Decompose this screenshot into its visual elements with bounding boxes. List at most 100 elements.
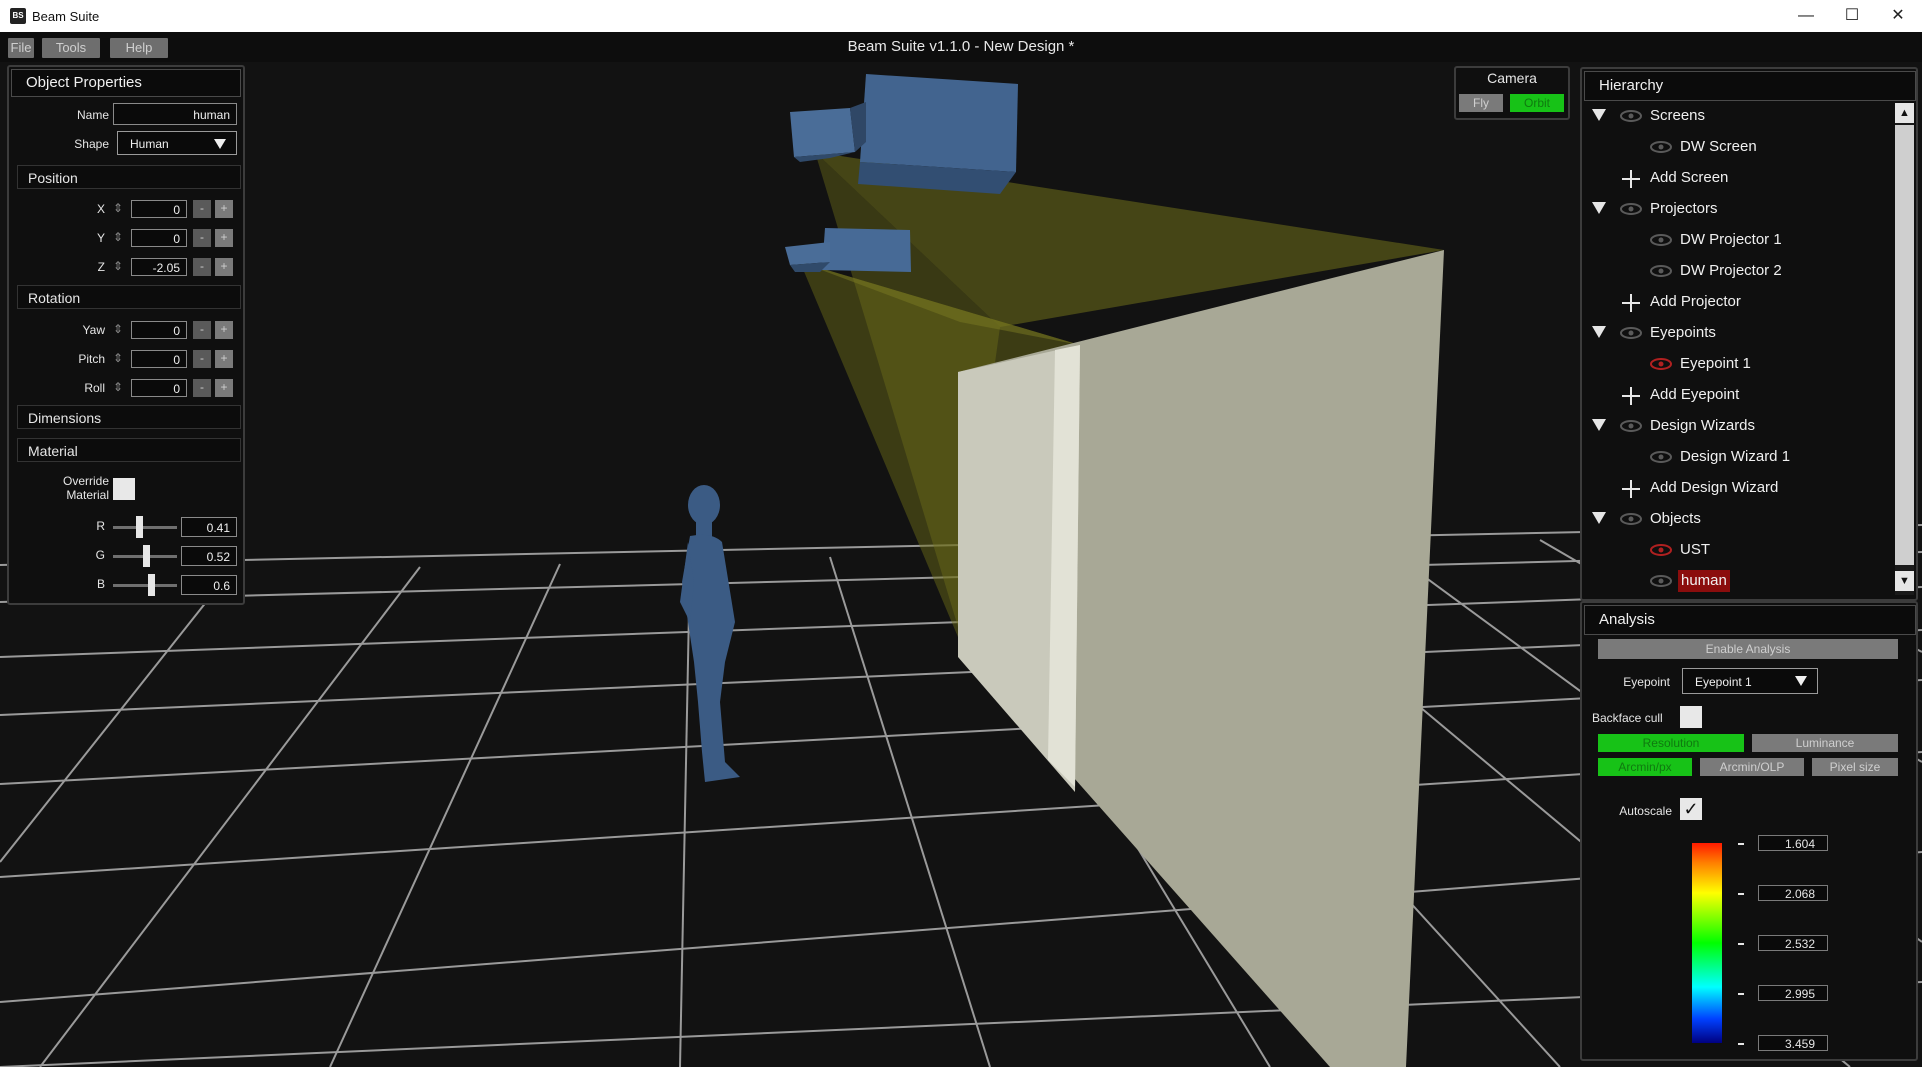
hierarchy-item-objects[interactable]: Objects (1650, 508, 1701, 530)
expand-triangle-icon[interactable] (1592, 419, 1606, 431)
eye-icon[interactable] (1620, 419, 1642, 433)
eye-icon[interactable] (1650, 574, 1672, 588)
plus-icon[interactable] (1622, 480, 1640, 498)
camera-orbit-button[interactable]: Orbit (1510, 94, 1564, 112)
add-projector-button[interactable]: Add Projector (1650, 291, 1741, 313)
arcmin-olp-button[interactable]: Arcmin/OLP (1700, 758, 1804, 776)
position-y-decrement-button[interactable]: - (193, 229, 211, 247)
hierarchy-item-eyepoints[interactable]: Eyepoints (1650, 322, 1716, 344)
backface-cull-checkbox[interactable] (1680, 706, 1702, 728)
luminance-tab[interactable]: Luminance (1752, 734, 1898, 752)
hierarchy-scrollbar[interactable]: ▲ ▼ (1895, 103, 1914, 595)
rotation-yaw-increment-button[interactable]: + (215, 321, 233, 339)
drag-updown-icon[interactable]: ⇕ (113, 200, 123, 216)
eye-icon-active[interactable] (1650, 357, 1672, 371)
camera-fly-button[interactable]: Fly (1459, 94, 1503, 112)
analysis-eyepoint-dropdown[interactable]: Eyepoint 1 (1682, 668, 1818, 694)
rotation-yaw-input[interactable]: 0 (131, 321, 187, 339)
plus-icon[interactable] (1622, 294, 1640, 312)
hierarchy-item-eyepoint-1[interactable]: Eyepoint 1 (1680, 353, 1751, 375)
hierarchy-item-design-wizard-1[interactable]: Design Wizard 1 (1680, 446, 1790, 468)
expand-triangle-icon[interactable] (1592, 326, 1606, 338)
position-x-decrement-button[interactable]: - (193, 200, 211, 218)
material-r-slider-handle[interactable] (135, 516, 143, 538)
hierarchy-item-dw-projector-1[interactable]: DW Projector 1 (1680, 229, 1782, 251)
eye-icon[interactable] (1650, 264, 1672, 278)
material-b-slider[interactable] (113, 584, 177, 587)
hierarchy-item-projectors[interactable]: Projectors (1650, 198, 1718, 220)
scroll-up-button[interactable]: ▲ (1895, 103, 1914, 123)
hierarchy-item-ust[interactable]: UST (1680, 539, 1710, 561)
eye-icon[interactable] (1650, 233, 1672, 247)
chevron-down-icon (214, 139, 226, 149)
add-design-wizard-button[interactable]: Add Design Wizard (1650, 477, 1778, 499)
rotation-roll-increment-button[interactable]: + (215, 379, 233, 397)
drag-updown-icon[interactable]: ⇕ (113, 379, 123, 395)
position-z-input[interactable]: -2.05 (131, 258, 187, 276)
scroll-down-button[interactable]: ▼ (1895, 571, 1914, 591)
autoscale-checkbox[interactable]: ✓ (1680, 798, 1702, 820)
rotation-pitch-decrement-button[interactable]: - (193, 350, 211, 368)
eye-icon[interactable] (1620, 326, 1642, 340)
plus-icon[interactable] (1622, 387, 1640, 405)
override-material-checkbox[interactable] (113, 478, 135, 500)
expand-triangle-icon[interactable] (1592, 109, 1606, 121)
scroll-thumb[interactable] (1895, 125, 1914, 565)
close-button[interactable]: ✕ (1876, 4, 1920, 28)
material-r-input[interactable]: 0.41 (181, 517, 237, 537)
hierarchy-item-dw-projector-2[interactable]: DW Projector 2 (1680, 260, 1782, 282)
hierarchy-header: Hierarchy (1584, 71, 1916, 101)
eye-icon[interactable] (1620, 202, 1642, 216)
position-x-increment-button[interactable]: + (215, 200, 233, 218)
shape-dropdown[interactable]: Human (117, 131, 237, 155)
position-section-header[interactable]: Position (17, 165, 241, 189)
rotation-yaw-decrement-button[interactable]: - (193, 321, 211, 339)
resolution-tab[interactable]: Resolution (1598, 734, 1744, 752)
drag-updown-icon[interactable]: ⇕ (113, 258, 123, 274)
drag-updown-icon[interactable]: ⇕ (113, 229, 123, 245)
material-section-header[interactable]: Material (17, 438, 241, 462)
position-x-label: X (96, 202, 105, 216)
plus-icon[interactable] (1622, 170, 1640, 188)
rotation-roll-input[interactable]: 0 (131, 379, 187, 397)
pixel-size-button[interactable]: Pixel size (1812, 758, 1898, 776)
expand-triangle-icon[interactable] (1592, 512, 1606, 524)
eye-icon[interactable] (1650, 450, 1672, 464)
override-label-line-1: Override (62, 474, 109, 488)
material-g-slider-handle[interactable] (142, 545, 150, 567)
minimize-button[interactable]: — (1784, 4, 1828, 28)
add-screen-button[interactable]: Add Screen (1650, 167, 1728, 189)
position-z-decrement-button[interactable]: - (193, 258, 211, 276)
add-eyepoint-button[interactable]: Add Eyepoint (1650, 384, 1739, 406)
drag-updown-icon[interactable]: ⇕ (113, 350, 123, 366)
position-y-increment-button[interactable]: + (215, 229, 233, 247)
hierarchy-item-design-wizards[interactable]: Design Wizards (1650, 415, 1755, 437)
drag-updown-icon[interactable]: ⇕ (113, 321, 123, 337)
material-b-slider-handle[interactable] (147, 574, 155, 596)
eye-icon[interactable] (1620, 109, 1642, 123)
eye-icon-active[interactable] (1650, 543, 1672, 557)
hierarchy-item-screens[interactable]: Screens (1650, 105, 1705, 127)
rotation-pitch-input[interactable]: 0 (131, 350, 187, 368)
rotation-pitch-increment-button[interactable]: + (215, 350, 233, 368)
eye-icon[interactable] (1650, 140, 1672, 154)
rotation-roll-decrement-button[interactable]: - (193, 379, 211, 397)
dimensions-section-header[interactable]: Dimensions (17, 405, 241, 429)
position-x-input[interactable]: 0 (131, 200, 187, 218)
hierarchy-item-dw-screen[interactable]: DW Screen (1680, 136, 1757, 158)
scale-tick (1738, 893, 1744, 895)
enable-analysis-button[interactable]: Enable Analysis (1598, 639, 1898, 659)
material-b-input[interactable]: 0.6 (181, 575, 237, 595)
rotation-section-header[interactable]: Rotation (17, 285, 241, 309)
arcmin-px-button[interactable]: Arcmin/px (1598, 758, 1692, 776)
position-y-input[interactable]: 0 (131, 229, 187, 247)
position-z-increment-button[interactable]: + (215, 258, 233, 276)
material-g-input[interactable]: 0.52 (181, 546, 237, 566)
material-r-slider[interactable] (113, 526, 177, 529)
scale-tick (1738, 843, 1744, 845)
eye-icon[interactable] (1620, 512, 1642, 526)
expand-triangle-icon[interactable] (1592, 202, 1606, 214)
hierarchy-item-human-selected[interactable]: human (1678, 570, 1730, 592)
name-input[interactable]: human (113, 103, 237, 125)
maximize-button[interactable]: ☐ (1830, 4, 1874, 28)
